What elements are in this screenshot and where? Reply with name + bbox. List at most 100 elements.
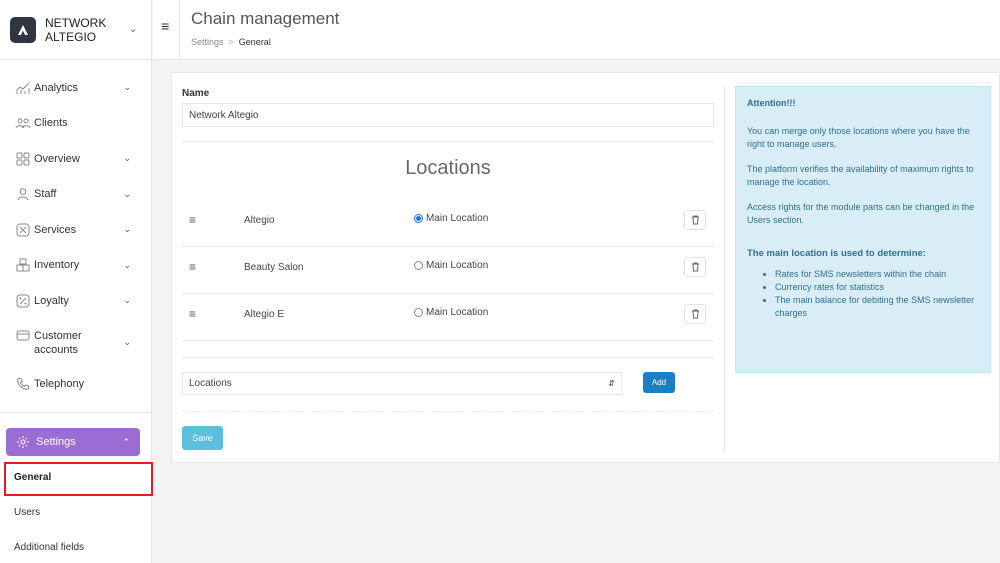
breadcrumb-item-settings[interactable]: Settings [191,37,224,47]
sidebar-item-settings[interactable]: Settings ⌃ [6,428,140,456]
radio-selected-icon [414,214,423,223]
sidebar-item-label: Services [34,223,77,236]
sidebar-item-clients[interactable]: Clients [0,106,151,142]
select-arrows-icon: ⇵ [608,379,615,388]
divider [182,141,714,142]
sidebar: NETWORK ALTEGIO ⌄ Analytics ⌄ Clients Ov… [0,0,153,563]
name-input[interactable] [182,103,714,127]
sidebar-item-label: Customer accounts [34,329,82,356]
alert-list: Rates for SMS newsletters within the cha… [747,268,979,320]
main-location-radio[interactable]: Main Location [414,307,488,318]
sidebar-item-loyalty[interactable]: Loyalty ⌄ [0,283,151,319]
chevron-down-icon: ⌄ [123,153,131,164]
save-button[interactable]: Save [182,426,223,450]
sidebar-item-label: Settings [36,436,76,448]
name-label: Name [182,88,210,99]
main-location-radio[interactable]: Main Location [414,260,488,271]
alert-title: Attention!!! [747,98,796,108]
location-row: ≡ Altegio E Main Location [182,294,714,341]
sidebar-item-staff[interactable]: Staff ⌄ [0,177,151,213]
chevron-up-icon: ⌃ [122,436,130,447]
location-name: Altegio [244,215,275,226]
sidebar-item-label: Inventory [34,259,80,272]
chevron-down-icon: ⌄ [123,224,131,235]
locations-heading: Locations [405,157,491,179]
divider [182,411,714,412]
loyalty-icon [15,293,31,309]
phone-icon [15,376,31,392]
divider [182,357,714,358]
delete-location-button[interactable] [684,257,706,277]
attention-alert: Attention!!! You can merge only those lo… [735,86,991,373]
page-title: Chain management [191,9,340,28]
add-location-button[interactable]: Add [643,372,675,393]
sidebar-item-label: Telephony [34,378,85,391]
sidebar-item-inventory[interactable]: Inventory ⌄ [0,248,151,284]
alert-list-item: The main balance for debiting the SMS ne… [775,294,979,320]
sidebar-item-label: Loyalty [34,294,69,307]
services-icon [15,222,31,238]
sidebar-item-services[interactable]: Services ⌄ [0,212,151,248]
analytics-icon [15,80,31,96]
radio-label: Main Location [426,213,489,224]
sidebar-item-label: Analytics [34,81,79,94]
hamburger-menu-icon[interactable]: ≡ [161,18,169,34]
breadcrumb-separator-icon: > [228,37,234,47]
alert-list-item: Rates for SMS newsletters within the cha… [775,268,979,281]
breadcrumb: Settings > General [191,37,271,47]
location-row: ≡ Altegio Main Location [182,200,714,247]
clients-icon [15,115,31,131]
breadcrumb-item-general: General [238,37,271,47]
chain-settings-panel: Name Locations ≡ Altegio Main Location ≡… [171,72,1000,463]
sidebar-divider [0,412,151,413]
sidebar-item-label: Clients [34,117,68,130]
trash-icon [691,215,699,225]
highlight-box [4,462,153,496]
location-row: ≡ Beauty Salon Main Location [182,247,714,294]
sidebar-item-label: Overview [34,152,80,165]
alert-paragraph: You can merge only those locations where… [747,126,970,149]
brand-switcher[interactable]: NETWORK ALTEGIO ⌄ [0,0,151,60]
radio-unselected-icon [414,308,423,317]
radio-label: Main Location [426,260,489,271]
inventory-icon [15,257,31,273]
delete-location-button[interactable] [684,304,706,324]
location-name: Beauty Salon [244,262,304,273]
drag-handle-icon[interactable]: ≡ [189,307,196,321]
location-name: Altegio E [244,309,285,320]
alert-list-item: Currency rates for statistics [775,281,979,294]
wallet-icon [15,327,31,343]
sidebar-nav: Analytics ⌄ Clients Overview ⌄ Staff ⌄ S… [0,70,151,402]
drag-handle-icon[interactable]: ≡ [189,213,196,227]
locations-select[interactable]: Locations ⇵ [182,372,622,395]
gear-icon [15,434,31,450]
sidebar-item-label: Staff [34,188,57,201]
sidebar-item-analytics[interactable]: Analytics ⌄ [0,70,151,106]
sidebar-subitem-users[interactable]: Users [14,507,40,518]
select-value: Locations [189,378,232,389]
sidebar-item-overview[interactable]: Overview ⌄ [0,141,151,177]
chevron-down-icon: ⌄ [123,295,131,306]
drag-handle-icon[interactable]: ≡ [189,260,196,274]
overview-icon [15,151,31,167]
alert-paragraph: Access rights for the module parts can b… [747,202,975,225]
chevron-down-icon: ⌄ [123,259,131,270]
chevron-down-icon: ⌄ [129,24,138,35]
column-divider [724,87,725,452]
radio-label: Main Location [426,307,489,318]
top-bar: ≡ Chain management Settings > General [153,0,1000,60]
chevron-down-icon: ⌄ [123,82,131,93]
delete-location-button[interactable] [684,210,706,230]
chevron-down-icon: ⌄ [123,337,131,347]
alert-paragraph: The platform verifies the availability o… [747,164,974,187]
sidebar-item-telephony[interactable]: Telephony [0,367,151,403]
divider [179,0,180,60]
trash-icon [691,309,699,319]
sidebar-item-customer-accounts[interactable]: Customer accounts ⌄ [0,319,151,367]
altegio-logo-icon [10,16,36,43]
sidebar-subitem-additional-fields[interactable]: Additional fields [14,542,84,553]
staff-icon [15,186,31,202]
main-location-radio[interactable]: Main Location [414,213,488,224]
brand-name: NETWORK ALTEGIO [45,15,107,44]
trash-icon [691,262,699,272]
